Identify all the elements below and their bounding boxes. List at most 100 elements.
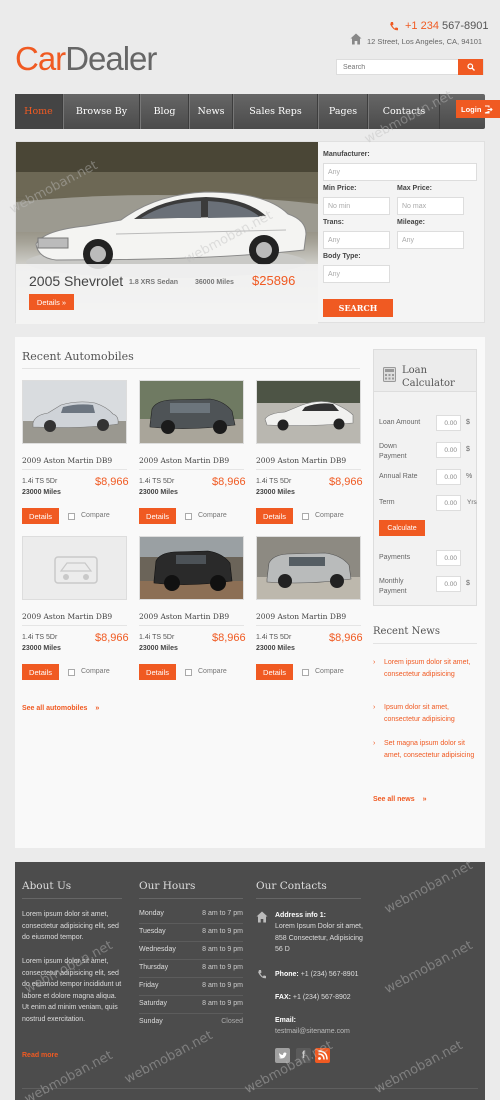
featured-title[interactable]: 2005 Shevrolet	[29, 273, 123, 289]
car-miles: 23000 Miles	[139, 489, 178, 496]
car-price: $8,966	[212, 476, 246, 488]
details-button[interactable]: Details	[22, 508, 59, 524]
nav-blog[interactable]: Blog	[140, 94, 189, 129]
divider	[256, 469, 361, 470]
phone-icon	[390, 22, 398, 31]
fax-value: +1 (234) 567-8902	[292, 994, 351, 1001]
car-thumbnail-placeholder[interactable]	[22, 536, 127, 600]
search-button[interactable]	[458, 59, 483, 75]
car-spec: 1.4i TS 5Dr	[256, 634, 292, 641]
search-input[interactable]	[337, 60, 459, 74]
divider	[139, 625, 244, 626]
manufacturer-select[interactable]: Any	[323, 163, 477, 181]
main-nav: Home Browse By Blog News Sales Reps Page…	[15, 94, 485, 129]
term-input[interactable]: 0.00	[436, 495, 461, 511]
trans-label: Trans:	[323, 219, 345, 226]
nav-home[interactable]: Home	[15, 94, 63, 129]
main-content: Recent Automobiles 2009 Aston Martin DB9…	[15, 337, 485, 848]
compare-label: Compare	[81, 668, 110, 675]
twitter-icon[interactable]	[275, 1048, 290, 1063]
details-button[interactable]: Details	[256, 508, 293, 524]
hours-row: Thursday 8 am to 9 pm	[139, 960, 243, 978]
compare-checkbox[interactable]	[302, 669, 309, 676]
logo[interactable]: CarDealer	[15, 40, 157, 78]
car-spec: 1.4i TS 5Dr	[22, 634, 58, 641]
payments-label: Payments	[379, 554, 411, 561]
details-button[interactable]: Details	[139, 664, 176, 680]
featured-subtitle: 1.8 XRS Sedan	[129, 279, 179, 286]
hours-time: 8 am to 7 pm	[202, 910, 243, 917]
chevron-right-icon: ›	[373, 740, 376, 747]
car-spec: 1.4i TS 5Dr	[139, 478, 175, 485]
contacts-title: Our Contacts	[256, 880, 327, 892]
car-title[interactable]: 2009 Aston Martin DB9	[256, 456, 346, 465]
divider	[256, 898, 361, 899]
car-title[interactable]: 2009 Aston Martin DB9	[139, 456, 229, 465]
hours-day: Friday	[139, 982, 159, 989]
compare-checkbox[interactable]	[68, 513, 75, 520]
chevron-right-icon: ›	[373, 704, 376, 711]
car-title[interactable]: 2009 Aston Martin DB9	[256, 612, 346, 621]
divider	[256, 625, 361, 626]
monthly-payment-label-line2: Payment	[379, 588, 407, 595]
news-item-text: Set magna ipsum dolor sit amet, consecte…	[384, 740, 475, 759]
facebook-icon[interactable]: f	[296, 1048, 311, 1063]
phone-line: Phone: +1 (234) 567-8901	[275, 969, 365, 981]
hours-day: Wednesday	[139, 946, 176, 953]
hours-day: Tuesday	[139, 928, 166, 935]
loan-amount-unit: $	[466, 419, 470, 426]
max-price-select[interactable]: No max	[397, 197, 464, 215]
car-title[interactable]: 2009 Aston Martin DB9	[22, 612, 112, 621]
email-link[interactable]: testmail@sitename.com	[275, 1026, 350, 1038]
car-thumbnail[interactable]	[256, 536, 361, 600]
car-thumbnail[interactable]	[139, 536, 244, 600]
details-button[interactable]: Details	[256, 664, 293, 680]
details-button[interactable]: Details	[139, 508, 176, 524]
phone-label: Phone:	[275, 971, 299, 978]
compare-checkbox[interactable]	[302, 513, 309, 520]
details-button[interactable]: Details	[22, 664, 59, 680]
loan-amount-input[interactable]: 0.00	[436, 415, 461, 431]
rss-icon[interactable]	[315, 1048, 330, 1063]
car-title[interactable]: 2009 Aston Martin DB9	[139, 612, 229, 621]
down-payment-label-line1: Down	[379, 443, 397, 450]
trans-select[interactable]: Any	[323, 231, 390, 249]
nav-contacts[interactable]: Contacts	[368, 94, 440, 129]
hours-time: 8 am to 9 pm	[202, 982, 243, 989]
body-type-select[interactable]: Any	[323, 265, 390, 283]
car-miles: 23000 Miles	[22, 645, 61, 652]
news-item[interactable]: › Set magna ipsum dolor sit amet, consect…	[373, 738, 477, 762]
login-button[interactable]: Login	[456, 100, 500, 118]
news-item[interactable]: › Ipsum dolor sit amet, consectetur adipi…	[373, 702, 477, 726]
phone-accent: +1 234	[405, 20, 439, 32]
min-price-select[interactable]: No min	[323, 197, 390, 215]
mileage-select[interactable]: Any	[397, 231, 464, 249]
down-payment-input[interactable]: 0.00	[436, 442, 461, 458]
search-cars-button[interactable]: SEARCH	[323, 299, 393, 317]
monthly-payment-output: 0.00	[436, 576, 461, 592]
nav-news[interactable]: News	[189, 94, 233, 129]
car-title[interactable]: 2009 Aston Martin DB9	[22, 456, 112, 465]
hours-time: 8 am to 9 pm	[202, 964, 243, 971]
see-all-automobiles-link[interactable]: See all automobiles »	[22, 705, 99, 712]
nav-pages[interactable]: Pages	[318, 94, 368, 129]
recent-news-title: Recent News	[373, 626, 440, 637]
hours-time: 8 am to 9 pm	[202, 946, 243, 953]
see-all-automobiles-label: See all automobiles	[22, 705, 88, 712]
mileage-label: Mileage:	[397, 219, 426, 226]
loan-title-line1: Loan	[402, 365, 428, 376]
compare-checkbox[interactable]	[185, 669, 192, 676]
featured-details-button[interactable]: Details »	[29, 294, 74, 310]
calculate-button[interactable]: Calculate	[379, 520, 425, 536]
annual-rate-input[interactable]: 0.00	[436, 469, 461, 485]
nav-browse-by[interactable]: Browse By	[63, 94, 140, 129]
car-thumbnail[interactable]	[139, 380, 244, 444]
car-thumbnail[interactable]	[22, 380, 127, 444]
read-more-link[interactable]: Read more	[22, 1050, 58, 1062]
compare-checkbox[interactable]	[68, 669, 75, 676]
see-all-news-link[interactable]: See all news »	[373, 796, 427, 803]
nav-sales-reps[interactable]: Sales Reps	[233, 94, 318, 129]
news-item[interactable]: › Lorem ipsum dolor sit amet, consectetur…	[373, 657, 477, 681]
car-thumbnail[interactable]	[256, 380, 361, 444]
compare-checkbox[interactable]	[185, 513, 192, 520]
